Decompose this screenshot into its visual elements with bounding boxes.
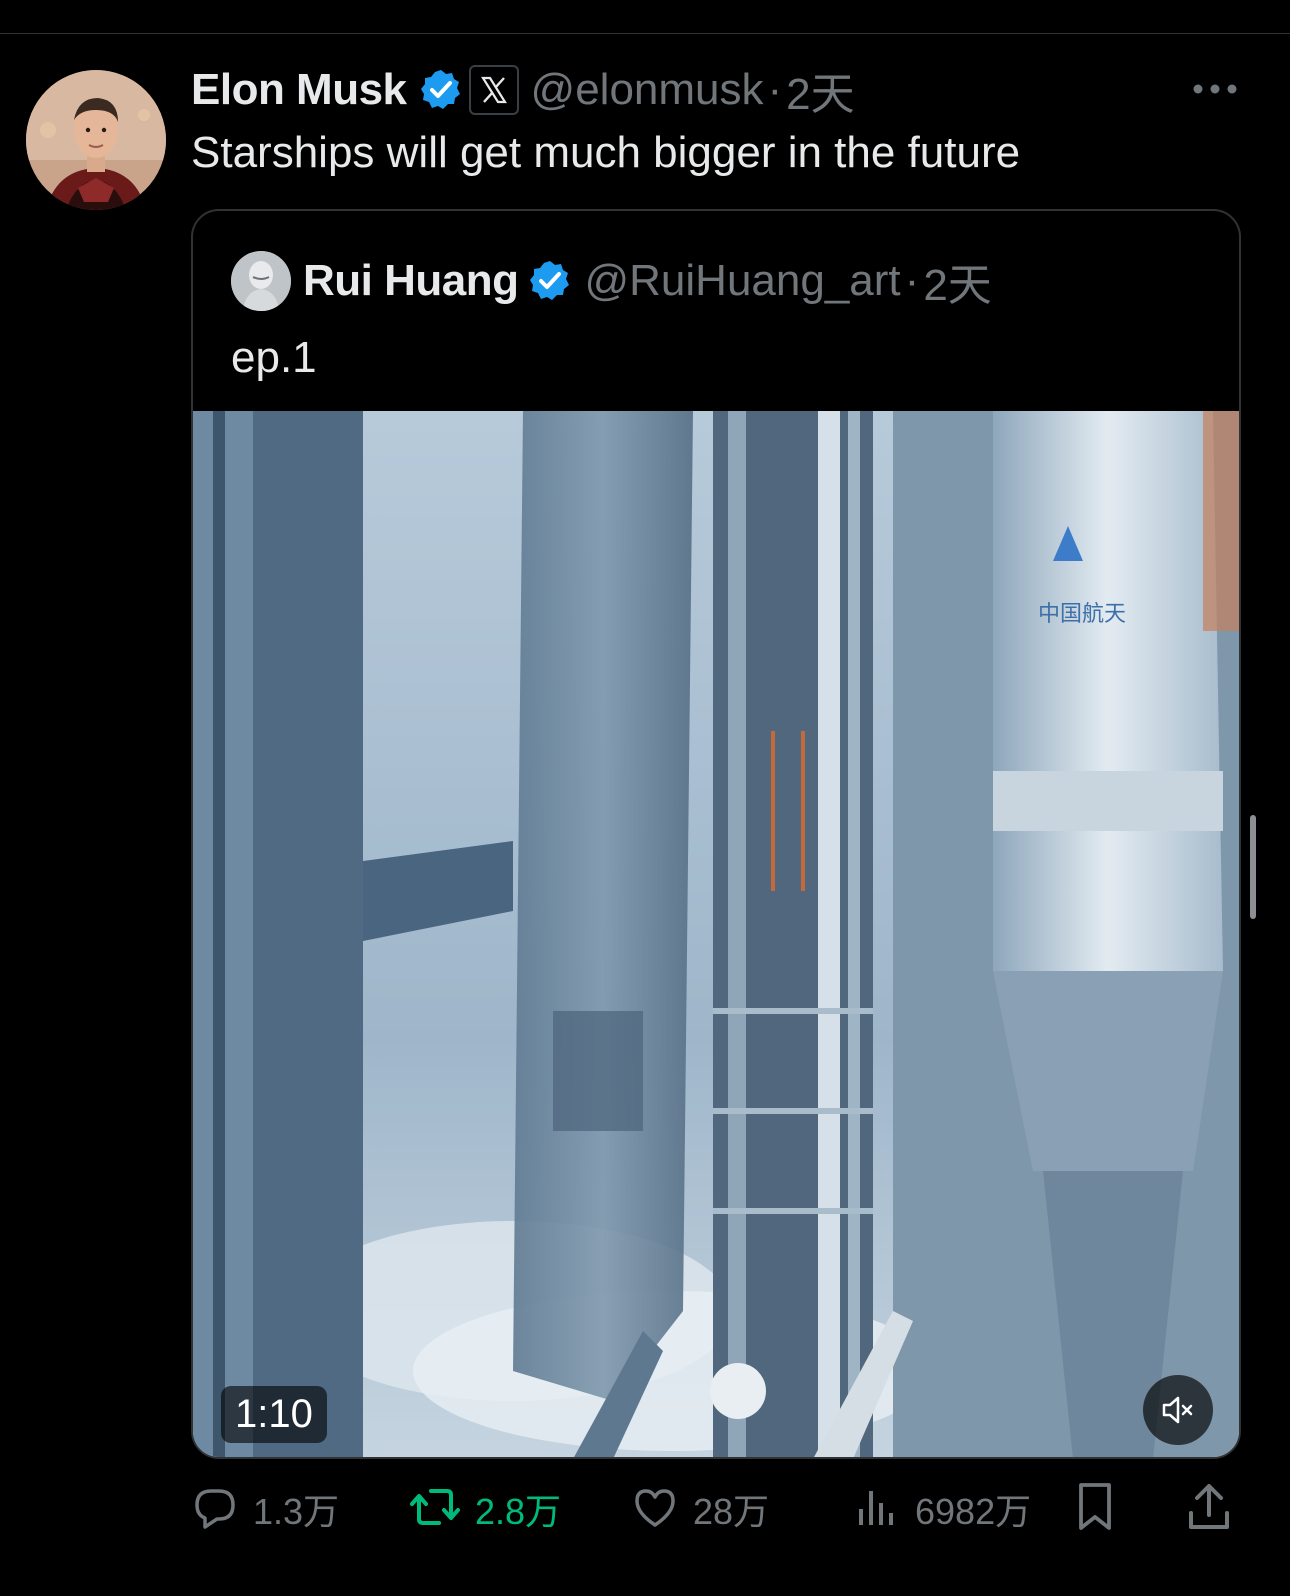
repost-icon <box>409 1483 461 1536</box>
tweet-header: Elon Musk @elonmusk · 2天 <box>191 62 855 119</box>
bookmark-icon <box>1073 1481 1117 1538</box>
separator: · <box>904 256 920 305</box>
mute-icon[interactable] <box>1143 1375 1213 1445</box>
action-bar: 1.3万 2.8万 28万 6982万 <box>191 1476 1241 1542</box>
quote-text: ep.1 <box>231 333 317 382</box>
bookmark-button[interactable] <box>1073 1476 1117 1542</box>
verified-badge-icon[interactable] <box>419 68 463 112</box>
video-frame: 中国航天 <box>193 411 1239 1457</box>
timestamp[interactable]: 2天 <box>786 58 854 122</box>
share-icon <box>1185 1481 1233 1538</box>
like-button[interactable]: 28万 <box>631 1476 769 1542</box>
more-icon[interactable] <box>1192 74 1238 104</box>
reply-icon <box>191 1483 239 1536</box>
quote-author-name[interactable]: Rui Huang <box>303 256 519 306</box>
tweet[interactable]: Elon Musk @elonmusk · 2天 Starships will … <box>0 34 1290 1596</box>
tweet-text: Starships will get much bigger in the fu… <box>191 128 1021 177</box>
author-avatar[interactable] <box>26 70 166 210</box>
author-name[interactable]: Elon Musk <box>191 65 407 115</box>
video-overlay-text: 中国航天 <box>1038 602 1126 627</box>
quote-timestamp[interactable]: 2天 <box>923 249 991 313</box>
x-logo-icon[interactable] <box>468 65 519 115</box>
views-button[interactable]: 6982万 <box>853 1476 1031 1542</box>
separator: · <box>767 65 783 114</box>
views-icon <box>853 1483 901 1536</box>
repost-count: 2.8万 <box>475 1491 562 1532</box>
share-button[interactable] <box>1185 1476 1233 1542</box>
reply-button[interactable]: 1.3万 <box>191 1476 339 1542</box>
quote-tweet[interactable]: Rui Huang @RuiHuang_art · 2天 ep.1 中国航天 1… <box>191 209 1241 1459</box>
quote-author-avatar[interactable] <box>231 251 291 311</box>
scrollbar[interactable] <box>1250 815 1256 919</box>
like-count: 28万 <box>693 1491 770 1532</box>
reply-count: 1.3万 <box>253 1491 340 1532</box>
video-duration: 1:10 <box>221 1386 327 1443</box>
like-icon <box>631 1483 679 1536</box>
quote-author-handle[interactable]: @RuiHuang_art <box>584 256 900 306</box>
author-handle[interactable]: @elonmusk <box>531 65 764 115</box>
verified-badge-icon[interactable] <box>528 259 572 303</box>
views-count: 6982万 <box>915 1491 1032 1532</box>
quote-header: Rui Huang @RuiHuang_art · 2天 <box>231 251 992 311</box>
video-player[interactable]: 中国航天 1:10 <box>193 411 1239 1457</box>
repost-button[interactable]: 2.8万 <box>409 1476 561 1542</box>
